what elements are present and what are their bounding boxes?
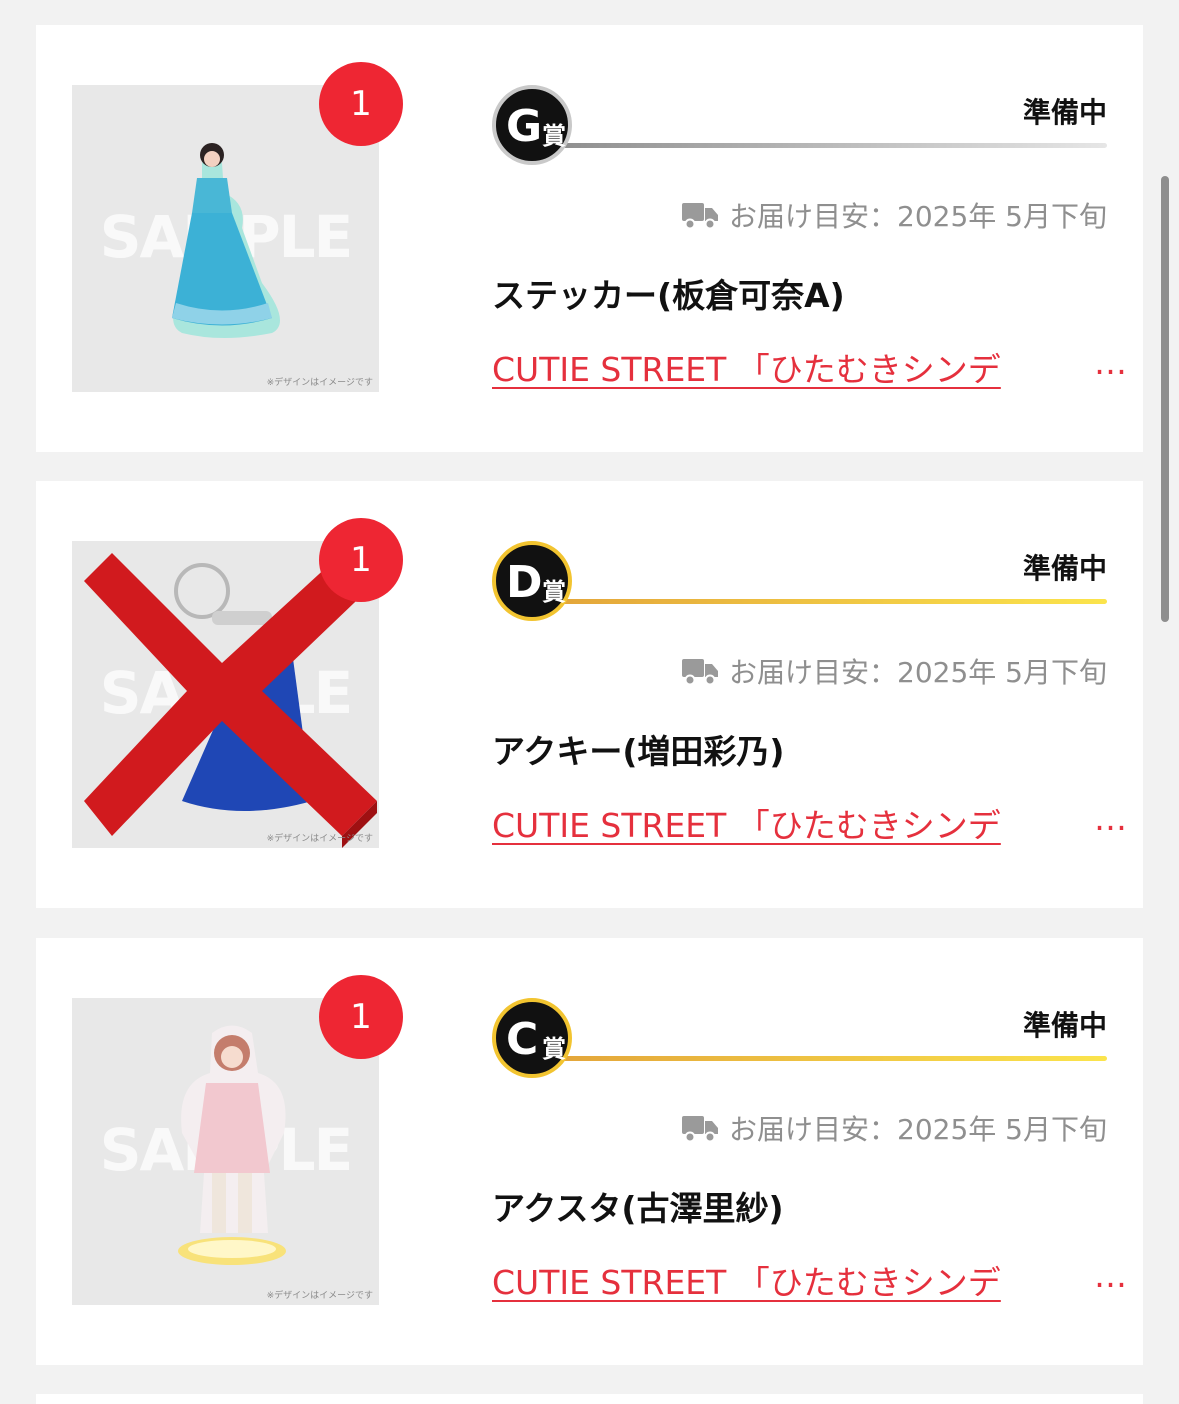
quantity-badge: 1 [319, 518, 403, 602]
delivery-text: お届け目安：2025年 5月下旬 [729, 656, 1107, 689]
prize-letter: G [506, 101, 543, 152]
delivery-estimate: お届け目安：2025年 5月下旬 [681, 651, 1107, 691]
truck-icon [682, 203, 719, 230]
prize-progress-line [552, 1056, 1107, 1061]
quantity-badge: 1 [319, 62, 403, 146]
truck-icon [682, 1116, 719, 1143]
prize-rank-badge: C 賞 [492, 998, 572, 1078]
item-name: アクキー(増田彩乃) [492, 732, 785, 771]
status-label: 準備中 [1022, 1009, 1107, 1042]
scrollbar[interactable] [1161, 176, 1169, 622]
prize-progress-line [552, 143, 1107, 148]
link-ellipsis: … [1094, 343, 1127, 382]
status-label: 準備中 [1022, 552, 1107, 585]
image-caption: ※デザインはイメージです [266, 378, 373, 388]
item-name: アクスタ(古澤里紗) [492, 1189, 784, 1228]
item-name: ステッカー(板倉可奈A) [492, 276, 845, 315]
prize-rank-badge: G 賞 [492, 85, 572, 165]
link-ellipsis: … [1094, 799, 1127, 838]
image-caption: ※デザインはイメージです [266, 834, 373, 844]
prize-rank-row: D 賞 [492, 541, 1107, 631]
prize-card[interactable]: SAMPLE ※デザインはイメージです 1 C 賞 準備中 お届け目安：2025… [36, 938, 1143, 1365]
sticker-figure-illustration [172, 143, 280, 338]
prize-card[interactable]: SAMPLE ※デザインはイメージです 1 D 賞 準備中 お届け目安：2025… [36, 481, 1143, 908]
prize-kanji: 賞 [542, 1035, 566, 1063]
prize-card[interactable]: SAMPLE ※デザインはイメージです 1 G 賞 準備中 お届け目安：2025… [36, 25, 1143, 452]
quantity-badge: 1 [319, 975, 403, 1059]
prize-progress-line [552, 599, 1107, 604]
prize-rank-row: G 賞 [492, 85, 1107, 175]
prize-rank-badge: D 賞 [492, 541, 572, 621]
prize-kanji: 賞 [542, 578, 566, 606]
product-link[interactable]: CUTIE STREET 「ひたむきシンデ [492, 799, 1094, 847]
truck-icon [682, 659, 719, 686]
prize-card-partial[interactable] [36, 1394, 1143, 1404]
delivery-text: お届け目安：2025年 5月下旬 [729, 200, 1107, 233]
delivery-estimate: お届け目安：2025年 5月下旬 [681, 195, 1107, 235]
prize-kanji: 賞 [542, 122, 566, 150]
delivery-estimate: お届け目安：2025年 5月下旬 [681, 1108, 1107, 1148]
prize-rank-row: C 賞 [492, 998, 1107, 1088]
prize-letter: C [506, 1014, 539, 1065]
product-link[interactable]: CUTIE STREET 「ひたむきシンデ [492, 1256, 1094, 1304]
acrylic-stand-figure-illustration [178, 1025, 286, 1265]
delivery-text: お届け目安：2025年 5月下旬 [729, 1113, 1107, 1146]
status-label: 準備中 [1022, 96, 1107, 129]
product-link[interactable]: CUTIE STREET 「ひたむきシンデ [492, 343, 1094, 391]
image-caption: ※デザインはイメージです [266, 1291, 373, 1301]
prize-letter: D [506, 557, 543, 608]
link-ellipsis: … [1094, 1256, 1127, 1295]
